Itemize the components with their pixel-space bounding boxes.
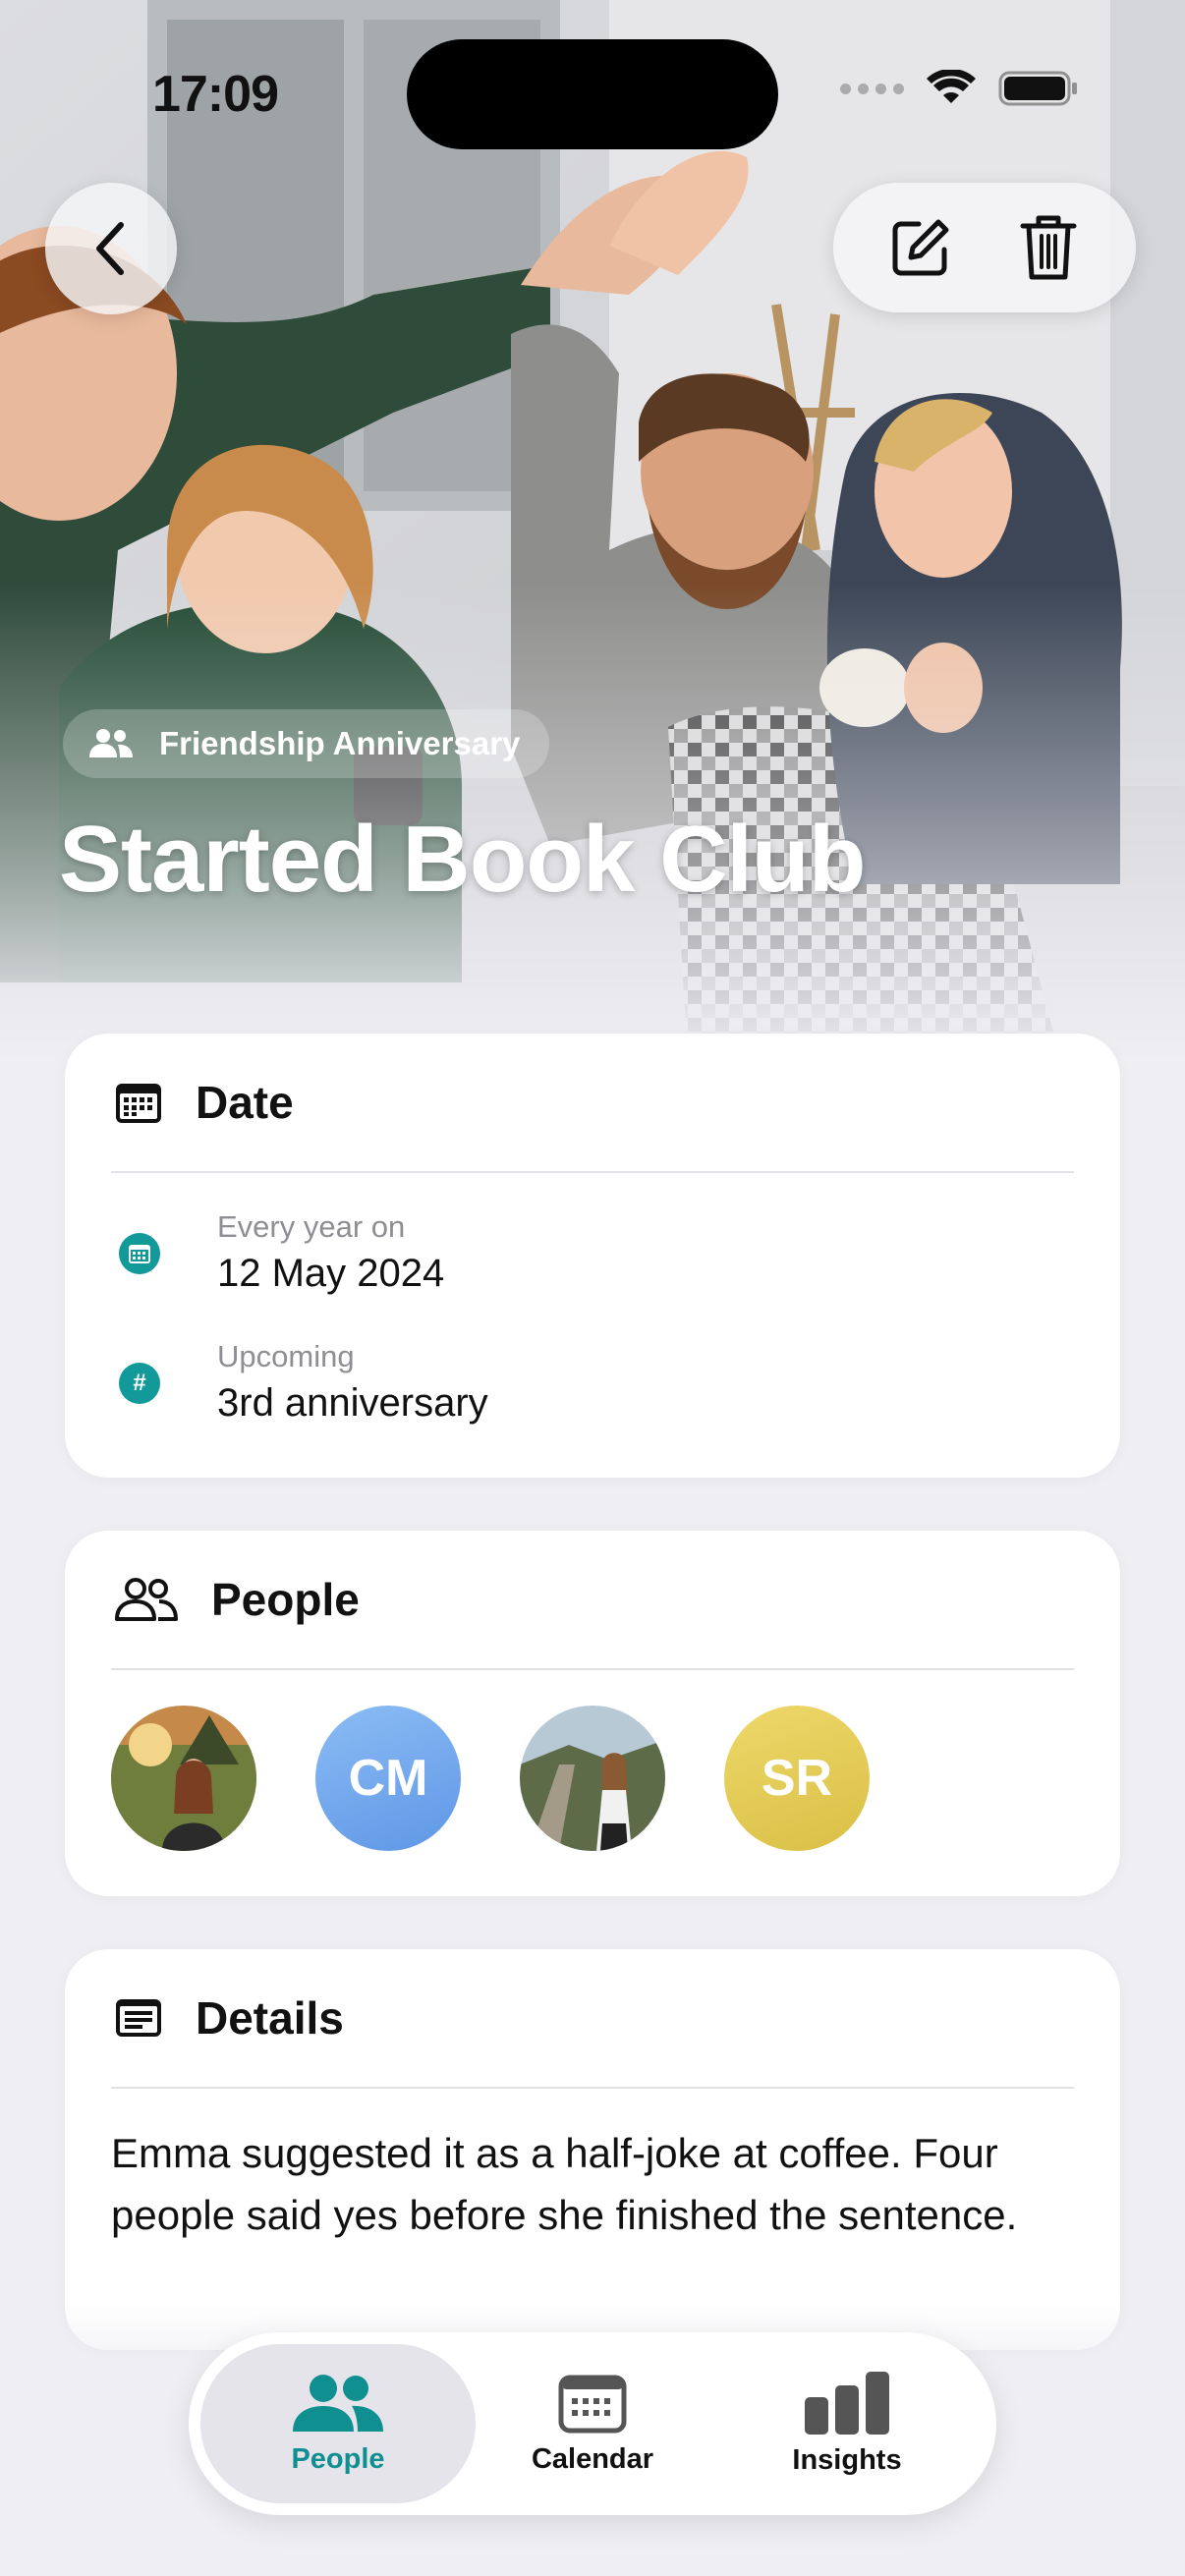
upcoming-value: 3rd anniversary	[217, 1381, 488, 1425]
edit-button[interactable]	[881, 208, 960, 287]
people-card: People CM SR	[65, 1531, 1120, 1896]
tab-people-label: People	[291, 2442, 385, 2475]
chevron-left-icon	[96, 222, 124, 275]
details-card: Details Emma suggested it as a half-joke…	[65, 1949, 1120, 2350]
people-icon	[293, 2374, 383, 2432]
delete-button[interactable]	[1009, 208, 1088, 287]
people-icon	[89, 729, 133, 757]
tab-calendar-label: Calendar	[531, 2442, 654, 2475]
tab-insights-label: Insights	[792, 2443, 902, 2476]
upcoming-label: Upcoming	[217, 1339, 355, 1373]
tab-people[interactable]: People	[200, 2344, 476, 2503]
battery-icon	[998, 71, 1077, 106]
avatar-person-4[interactable]: SR	[724, 1706, 870, 1851]
hero-photo: 17:09 Friendship Anniversary Started Boo…	[0, 0, 1185, 1061]
date-label: Every year on	[217, 1209, 406, 1244]
people-list: CM SR	[111, 1670, 1074, 1851]
avatar-photo	[111, 1706, 256, 1851]
hash-icon: #	[119, 1363, 160, 1404]
avatar-initials: CM	[348, 1750, 428, 1807]
tab-bar: People Calendar Insights	[189, 2332, 996, 2515]
status-time: 17:09	[152, 66, 279, 123]
avatar-photo	[520, 1706, 665, 1851]
wifi-icon	[927, 70, 976, 103]
avatar-person-3[interactable]	[520, 1706, 665, 1851]
dynamic-island	[407, 39, 778, 149]
people-card-title: People	[211, 1574, 360, 1625]
calendar-icon	[119, 1233, 160, 1274]
date-card-header: Date	[111, 1034, 1074, 1173]
details-card-title: Details	[196, 1992, 344, 2044]
tab-insights[interactable]: Insights	[709, 2344, 985, 2503]
tab-calendar[interactable]: Calendar	[455, 2344, 730, 2503]
avatar-person-1[interactable]	[111, 1706, 256, 1851]
date-value: 12 May 2024	[217, 1252, 445, 1295]
status-indicators	[840, 69, 1079, 108]
calendar-icon	[558, 2375, 627, 2433]
back-button[interactable]	[45, 183, 177, 314]
people-outline-icon	[111, 1572, 182, 1627]
calendar-icon	[111, 1075, 166, 1130]
action-button-group	[833, 183, 1136, 312]
page-title: Started Book Club	[59, 807, 866, 912]
avatar-person-2[interactable]: CM	[315, 1706, 461, 1851]
cellular-signal-icon	[840, 83, 904, 94]
note-icon	[111, 1990, 166, 2045]
avatar-initials: SR	[761, 1750, 833, 1807]
details-text: Emma suggested it as a half-joke at coff…	[111, 2130, 1018, 2238]
category-label: Friendship Anniversary	[159, 725, 521, 761]
insights-icon	[805, 2371, 889, 2435]
date-card-title: Date	[196, 1077, 294, 1128]
date-card: Date Every year on 12 May 2024 # Upcomin…	[65, 1034, 1120, 1478]
category-badge: Friendship Anniversary	[63, 709, 550, 778]
people-card-header: People	[111, 1531, 1074, 1670]
details-card-header: Details	[111, 1949, 1074, 2089]
date-row-every-year: Every year on 12 May 2024	[111, 1189, 1074, 1318]
trash-icon	[1020, 215, 1077, 280]
date-row-upcoming: # Upcoming 3rd anniversary	[111, 1318, 1074, 1448]
edit-icon	[892, 219, 949, 276]
